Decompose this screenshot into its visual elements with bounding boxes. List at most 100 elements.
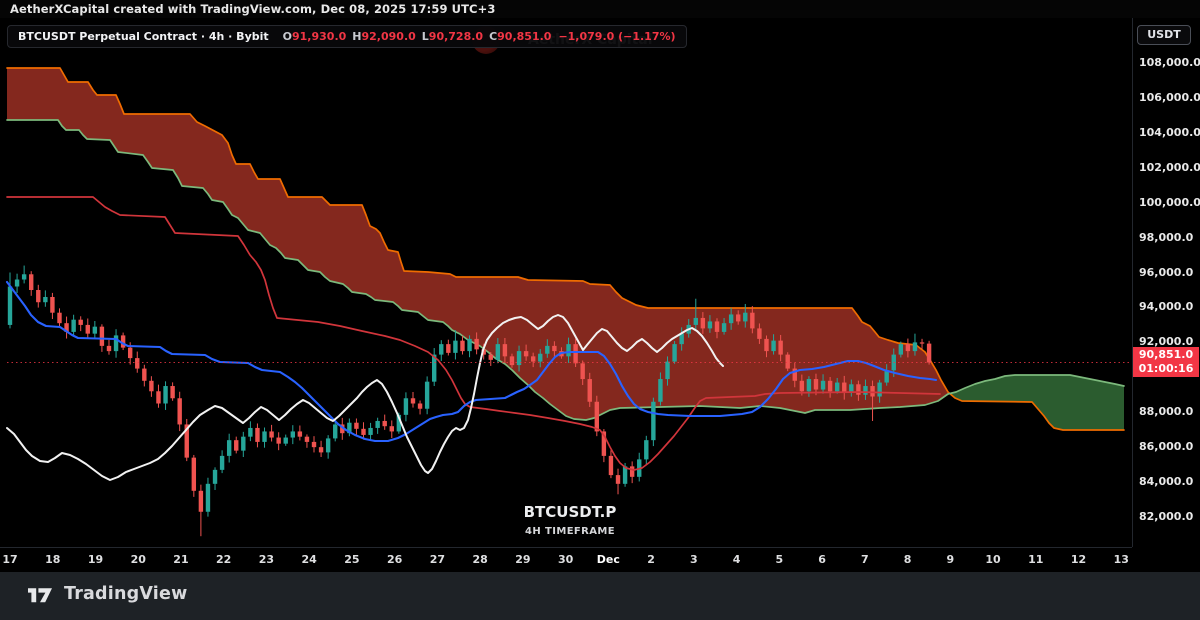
- candle-body: [644, 440, 649, 460]
- candle-body: [799, 380, 805, 392]
- time-tick: 17: [2, 553, 18, 566]
- time-tick: 6: [818, 553, 826, 566]
- candle-body: [43, 296, 48, 303]
- candle-body: [382, 420, 387, 427]
- candle-body: [658, 379, 663, 402]
- candle-body: [736, 314, 741, 322]
- time-tick: 24: [301, 553, 317, 566]
- candle-body: [672, 344, 677, 362]
- high-label: H: [352, 30, 362, 43]
- candle-body: [488, 354, 493, 360]
- candle-body: [241, 436, 246, 451]
- price-tick: 94,000.0: [1139, 300, 1194, 314]
- candle-body: [474, 338, 479, 350]
- symbol-watermark-timeframe: 4H TIMEFRAME: [525, 526, 615, 537]
- symbol-watermark-ticker: BTCUSDT.P: [523, 503, 617, 521]
- candle-body: [926, 343, 932, 363]
- candle-body: [863, 386, 868, 395]
- symbol-title[interactable]: BTCUSDT Perpetual Contract · 4h · Bybit: [18, 30, 269, 43]
- candle-body: [919, 342, 925, 344]
- time-tick: 11: [1028, 553, 1044, 566]
- candle-body: [248, 427, 253, 437]
- candle-body: [439, 344, 444, 355]
- time-tick: 12: [1070, 553, 1087, 566]
- candle-body: [877, 382, 882, 397]
- candle-body: [57, 312, 62, 324]
- candle-body: [714, 321, 720, 332]
- candle-body: [389, 426, 394, 432]
- candle-body: [495, 344, 501, 360]
- candle-body: [870, 386, 875, 397]
- candle-body: [142, 368, 147, 381]
- candle-body: [29, 274, 34, 290]
- candle-body: [587, 379, 592, 402]
- candle-body: [693, 317, 698, 325]
- time-tick: 4: [732, 553, 741, 566]
- candle-body: [205, 483, 211, 512]
- candle-body: [502, 344, 508, 357]
- candle-body: [375, 420, 380, 428]
- price-axis[interactable]: USDT 108,000.0 106,000.0 104,000.0 102,000.…: [1132, 18, 1200, 547]
- time-tick: 8: [903, 553, 912, 566]
- candle-body: [262, 431, 267, 442]
- candle-body: [50, 296, 55, 313]
- time-axis[interactable]: 17 18 19 20 21 22 23 24 25 26 27 28 29 30 Dec 2 3 4 5 6 7 8 9 1…: [0, 547, 1132, 573]
- close-label: C: [489, 30, 498, 43]
- candle-body: [856, 384, 861, 395]
- candle-body: [21, 274, 27, 280]
- candle-body: [721, 323, 727, 332]
- candle-body: [333, 424, 338, 439]
- attribution-bar: AetherXCapital created with TradingView.…: [0, 0, 1200, 18]
- candle-body: [106, 345, 112, 352]
- time-tick: 18: [45, 553, 61, 566]
- candle-body: [311, 441, 317, 448]
- candle-body: [608, 455, 614, 476]
- last-price-value: 90,851.0: [1138, 348, 1194, 361]
- candle-body: [361, 428, 366, 435]
- candle-body: [827, 380, 833, 392]
- time-tick: 7: [860, 553, 869, 566]
- candle-body: [538, 353, 543, 362]
- low-label: L: [421, 30, 429, 43]
- candle-body: [403, 398, 409, 415]
- candle-body: [665, 361, 670, 380]
- price-tick: 98,000.0: [1139, 230, 1194, 244]
- time-tick: 19: [87, 553, 104, 566]
- time-tick: 2: [647, 553, 655, 566]
- candle-body: [368, 427, 373, 435]
- time-tick: 10: [985, 553, 1001, 566]
- candle-body: [191, 457, 197, 491]
- candle-body: [135, 358, 140, 369]
- candle-body: [92, 326, 98, 334]
- candle-body: [573, 344, 578, 364]
- currency-toggle-button[interactable]: USDT: [1137, 25, 1191, 45]
- price-tick: 106,000.0: [1139, 90, 1200, 104]
- candle-body: [297, 431, 303, 437]
- candle-body: [226, 440, 232, 456]
- time-tick: 22: [216, 553, 232, 566]
- price-tick: 82,000.0: [1139, 509, 1194, 523]
- candle-body: [177, 398, 182, 425]
- candle-body: [707, 321, 713, 329]
- candle-body: [156, 391, 161, 404]
- candle-body: [453, 340, 458, 353]
- tradingview-logo[interactable]: TradingView: [28, 584, 187, 604]
- candle-body: [629, 466, 635, 477]
- candle-body: [78, 319, 83, 325]
- time-tick: 28: [472, 553, 488, 566]
- candle-body: [580, 363, 585, 380]
- candle-body: [304, 436, 310, 442]
- candle-body: [743, 312, 748, 322]
- price-chart-canvas[interactable]: [0, 18, 1132, 547]
- candle-body: [417, 403, 423, 409]
- time-tick: 20: [130, 553, 146, 566]
- chart-legend[interactable]: BTCUSDT Perpetual Contract · 4h · Bybit …: [7, 25, 687, 48]
- price-tick: 102,000.0: [1139, 160, 1200, 174]
- candle-body: [163, 386, 168, 404]
- candle-body: [460, 340, 465, 352]
- change-value: −1,079.0 (−1.17%): [558, 30, 676, 43]
- time-tick: Dec: [596, 553, 620, 566]
- high-value: 92,090.0: [361, 30, 416, 43]
- ichimoku-bull-cloud: [948, 375, 1124, 430]
- time-tick: 5: [775, 553, 784, 566]
